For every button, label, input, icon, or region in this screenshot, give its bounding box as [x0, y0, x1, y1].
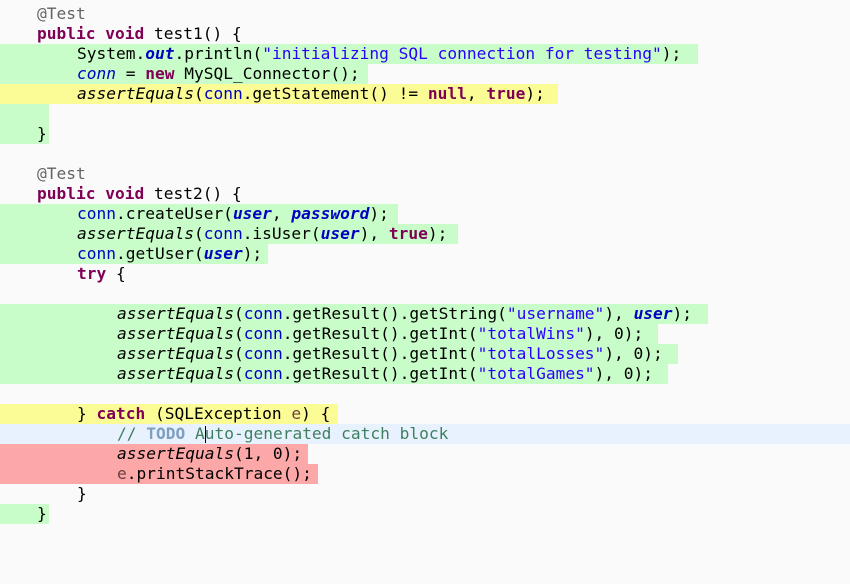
coverage-highlight-covered — [0, 104, 49, 124]
code-line[interactable]: } — [0, 484, 850, 504]
code-line[interactable]: assertEquals(conn.getResult().getInt("to… — [0, 324, 850, 344]
code-line[interactable]: e.printStackTrace(); — [0, 464, 850, 484]
todo-tag: TODO — [146, 424, 186, 443]
code-editor[interactable]: @Test public void test1() { System.out.p… — [0, 0, 850, 544]
code-line[interactable]: } catch (SQLException e) { — [0, 404, 850, 424]
code-line[interactable]: conn.getUser(user); — [0, 244, 850, 264]
code-line[interactable]: conn = new MySQL_Connector(); — [0, 64, 850, 84]
closing-brace: } — [37, 124, 47, 143]
code-statement: assertEquals(1, 0); — [117, 444, 303, 463]
code-line[interactable]: try { — [0, 264, 850, 284]
code-statement: conn.createUser(user, password); — [77, 204, 389, 223]
code-statement: assertEquals(conn.getResult().getInt("to… — [117, 324, 644, 343]
code-statement: assertEquals(conn.getResult().getString(… — [117, 304, 693, 323]
code-line[interactable]: assertEquals(conn.getStatement() != null… — [0, 84, 850, 104]
code-line[interactable]: assertEquals(conn.getResult().getInt("to… — [0, 344, 850, 364]
closing-brace: } — [77, 484, 87, 503]
code-line[interactable]: } — [0, 124, 850, 144]
code-line[interactable]: assertEquals(conn.getResult().getInt("to… — [0, 364, 850, 384]
keyword: public — [37, 24, 96, 43]
code-line[interactable]: System.out.println("initializing SQL con… — [0, 44, 850, 64]
try-block: try { — [77, 264, 126, 283]
keyword: void — [105, 24, 145, 43]
method-declaration: public void test1() { — [37, 24, 242, 43]
method-declaration: public void test2() { — [37, 184, 242, 203]
code-statement: e.printStackTrace(); — [117, 464, 312, 483]
code-line-current[interactable]: // TODO Auto-generated catch block — [0, 424, 850, 444]
code-line[interactable]: } — [0, 504, 850, 524]
code-line[interactable] — [0, 104, 850, 124]
code-statement: conn = new MySQL_Connector(); — [77, 64, 360, 83]
string-literal: "initializing SQL connection for testing… — [262, 44, 662, 63]
code-line[interactable]: @Test — [0, 4, 850, 24]
code-statement: assertEquals(conn.getResult().getInt("to… — [117, 364, 654, 383]
annotation: @Test — [37, 164, 86, 183]
annotation: @Test — [37, 4, 86, 23]
catch-clause: } catch (SQLException e) { — [77, 404, 331, 423]
code-line[interactable]: public void test1() { — [0, 24, 850, 44]
code-statement: System.out.println("initializing SQL con… — [77, 44, 682, 63]
code-statement: assertEquals(conn.getStatement() != null… — [77, 84, 545, 103]
code-line[interactable]: conn.createUser(user, password); — [0, 204, 850, 224]
code-line[interactable]: assertEquals(conn.getResult().getString(… — [0, 304, 850, 324]
code-line[interactable]: public void test2() { — [0, 184, 850, 204]
closing-brace: } — [37, 504, 47, 523]
code-line[interactable]: assertEquals(1, 0); — [0, 444, 850, 464]
todo-comment: // TODO Auto-generated catch block — [117, 424, 449, 443]
code-statement: conn.getUser(user); — [77, 244, 263, 263]
code-line[interactable]: assertEquals(conn.isUser(user), true); — [0, 224, 850, 244]
code-statement: assertEquals(conn.isUser(user), true); — [77, 224, 448, 243]
code-line[interactable]: @Test — [0, 164, 850, 184]
code-statement: assertEquals(conn.getResult().getInt("to… — [117, 344, 663, 363]
